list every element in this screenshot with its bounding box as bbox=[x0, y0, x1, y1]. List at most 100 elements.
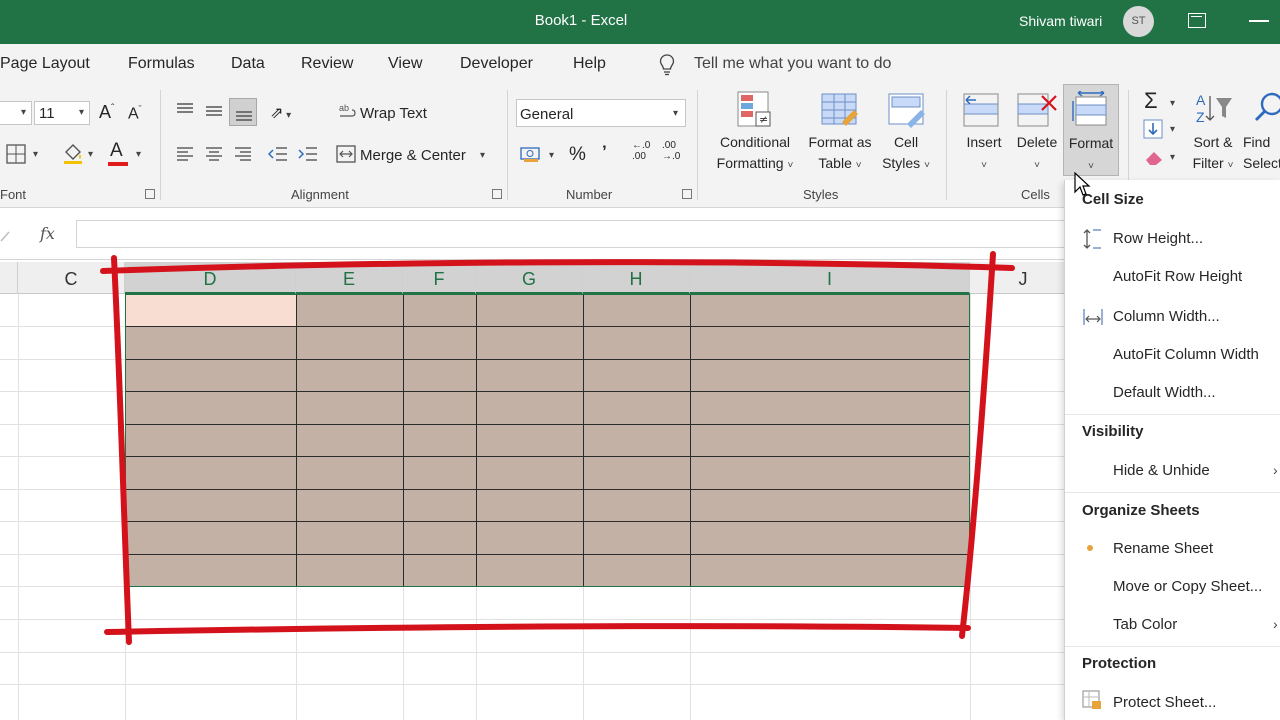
insert-cells-icon[interactable] bbox=[962, 92, 1002, 130]
tab-view[interactable]: View bbox=[388, 55, 422, 73]
menu-item-default-width[interactable]: Default Width... bbox=[1113, 384, 1216, 401]
column-header-c[interactable]: C bbox=[18, 262, 125, 294]
delete-cells-icon[interactable] bbox=[1016, 92, 1060, 130]
decrease-indent-icon[interactable] bbox=[268, 145, 288, 163]
column-header-d[interactable]: D bbox=[125, 262, 296, 294]
tab-review[interactable]: Review bbox=[301, 55, 353, 73]
menu-item-rename-sheet[interactable]: Rename Sheet bbox=[1113, 540, 1213, 557]
clear-dropdown-icon[interactable]: ▾ bbox=[1170, 152, 1175, 163]
fill-color-dropdown-icon[interactable]: ▾ bbox=[88, 149, 93, 160]
fill-dropdown-icon[interactable]: ▾ bbox=[1170, 124, 1175, 135]
tab-help[interactable]: Help bbox=[573, 55, 606, 73]
conditional-formatting-button[interactable]: Conditional Formatting ˅ bbox=[706, 132, 804, 176]
menu-item-autofit-row-height[interactable]: AutoFit Row Height bbox=[1113, 268, 1242, 285]
column-header-h[interactable]: H bbox=[583, 262, 690, 294]
sort-filter-button[interactable]: Sort & Filter ˅ bbox=[1186, 132, 1240, 176]
merge-center-icon[interactable] bbox=[336, 144, 356, 164]
orientation-icon[interactable]: ⇗ ▾ bbox=[270, 103, 291, 123]
increase-indent-icon[interactable] bbox=[298, 145, 318, 163]
merge-dropdown-icon[interactable]: ▾ bbox=[480, 150, 485, 161]
menu-item-autofit-column-width[interactable]: AutoFit Column Width bbox=[1113, 346, 1259, 363]
column-header-f[interactable]: F bbox=[403, 262, 476, 294]
alignment-dialog-launcher-icon[interactable] bbox=[492, 189, 502, 199]
active-cell[interactable] bbox=[126, 295, 296, 326]
align-left-icon[interactable] bbox=[176, 146, 194, 162]
tab-formulas[interactable]: Formulas bbox=[128, 55, 195, 73]
merge-center-button[interactable]: Merge & Center bbox=[360, 147, 466, 164]
align-center-icon[interactable] bbox=[205, 146, 223, 162]
format-button[interactable]: Format ˅ bbox=[1063, 84, 1119, 176]
tab-data[interactable]: Data bbox=[231, 55, 265, 73]
autosum-dropdown-icon[interactable]: ▾ bbox=[1170, 98, 1175, 109]
sort-filter-icon[interactable]: A Z bbox=[1194, 90, 1236, 128]
find-select-icon[interactable] bbox=[1252, 90, 1280, 128]
fill-color-icon[interactable] bbox=[62, 142, 84, 164]
align-right-icon[interactable] bbox=[234, 146, 252, 162]
insert-button[interactable]: Insert ˅ bbox=[958, 132, 1010, 176]
column-header-e[interactable]: E bbox=[296, 262, 403, 294]
tab-developer[interactable]: Developer bbox=[460, 55, 533, 73]
table-label-1: Format as bbox=[808, 134, 872, 150]
align-middle-icon[interactable] bbox=[205, 102, 223, 118]
accounting-format-icon[interactable] bbox=[519, 144, 543, 164]
borders-dropdown-icon[interactable]: ▾ bbox=[33, 149, 38, 160]
accounting-dropdown-icon[interactable]: ▾ bbox=[549, 150, 554, 161]
window-title: Book1 - Excel bbox=[534, 12, 628, 29]
worksheet-grid[interactable] bbox=[0, 294, 1064, 720]
align-bottom-button[interactable] bbox=[229, 98, 257, 126]
font-name-box[interactable]: ▾ bbox=[0, 101, 32, 125]
menu-item-hide-unhide[interactable]: Hide & Unhide bbox=[1113, 462, 1210, 479]
clear-icon[interactable] bbox=[1143, 148, 1165, 166]
minimize-icon[interactable] bbox=[1249, 20, 1269, 22]
format-as-table-button[interactable]: Format as Table ˅ bbox=[800, 132, 880, 176]
number-format-select[interactable]: General ▾ bbox=[516, 99, 686, 127]
menu-item-move-copy-sheet[interactable]: Move or Copy Sheet... bbox=[1113, 578, 1262, 595]
selected-range[interactable] bbox=[125, 294, 970, 587]
formula-input[interactable] bbox=[76, 220, 1066, 248]
decrease-font-icon[interactable]: Aˇ bbox=[128, 104, 142, 123]
autosum-icon[interactable]: Σ bbox=[1144, 88, 1158, 114]
menu-item-column-width[interactable]: Column Width... bbox=[1113, 308, 1220, 325]
delete-button[interactable]: Delete ˅ bbox=[1012, 132, 1062, 176]
comma-style-icon[interactable]: ’ bbox=[602, 142, 607, 162]
menu-item-tab-color[interactable]: Tab Color bbox=[1113, 616, 1177, 633]
conditional-formatting-icon[interactable]: ≠ bbox=[736, 90, 774, 130]
fill-icon[interactable] bbox=[1143, 119, 1163, 139]
menu-heading-protection: Protection bbox=[1082, 655, 1157, 672]
cell-styles-button[interactable]: Cell Styles ˅ bbox=[870, 132, 942, 176]
column-headers: C D E F G H I J bbox=[0, 262, 1077, 294]
ribbon-display-options-icon[interactable] bbox=[1188, 13, 1206, 28]
delete-label: Delete bbox=[1016, 134, 1058, 150]
wrap-text-button[interactable]: Wrap Text bbox=[360, 105, 427, 122]
increase-font-icon[interactable]: Aˆ bbox=[99, 102, 114, 123]
tell-me-search[interactable]: Tell me what you want to do bbox=[694, 55, 891, 73]
format-label: Format bbox=[1068, 135, 1114, 151]
borders-icon[interactable] bbox=[6, 144, 26, 164]
select-all-corner[interactable] bbox=[0, 262, 18, 294]
wrap-text-icon[interactable]: ab bbox=[338, 102, 356, 120]
column-header-g[interactable]: G bbox=[476, 262, 583, 294]
font-size-box[interactable]: 11 ▾ bbox=[34, 101, 90, 125]
tab-page-layout[interactable]: Page Layout bbox=[0, 55, 90, 73]
font-dialog-launcher-icon[interactable] bbox=[145, 189, 155, 199]
find-select-button[interactable]: Find Select bbox=[1243, 132, 1280, 174]
number-dialog-launcher-icon[interactable] bbox=[682, 189, 692, 199]
font-color-icon[interactable]: A bbox=[110, 140, 123, 162]
cell-styles-icon[interactable] bbox=[887, 92, 927, 130]
user-name[interactable]: Shivam tiwari bbox=[1019, 13, 1102, 29]
align-top-icon[interactable] bbox=[176, 102, 194, 118]
avatar[interactable]: ST bbox=[1123, 6, 1154, 37]
increase-decimal-icon[interactable]: ←.0.00 bbox=[632, 140, 650, 162]
insert-label: Insert bbox=[966, 134, 1002, 150]
percent-style-button[interactable]: % bbox=[569, 144, 586, 166]
menu-item-row-height[interactable]: Row Height... bbox=[1113, 230, 1203, 247]
enter-check-icon[interactable] bbox=[0, 228, 16, 242]
menu-item-protect-sheet[interactable]: Protect Sheet... bbox=[1113, 694, 1216, 711]
font-color-dropdown-icon[interactable]: ▾ bbox=[136, 149, 141, 160]
column-header-j[interactable]: J bbox=[970, 262, 1077, 294]
format-as-table-icon[interactable] bbox=[820, 92, 860, 130]
decrease-decimal-icon[interactable]: .00 →.0 bbox=[662, 140, 680, 162]
column-header-i[interactable]: I bbox=[690, 262, 970, 294]
cell-styles-label-1: Cell bbox=[893, 134, 919, 150]
insert-function-icon[interactable]: fx bbox=[40, 224, 55, 243]
